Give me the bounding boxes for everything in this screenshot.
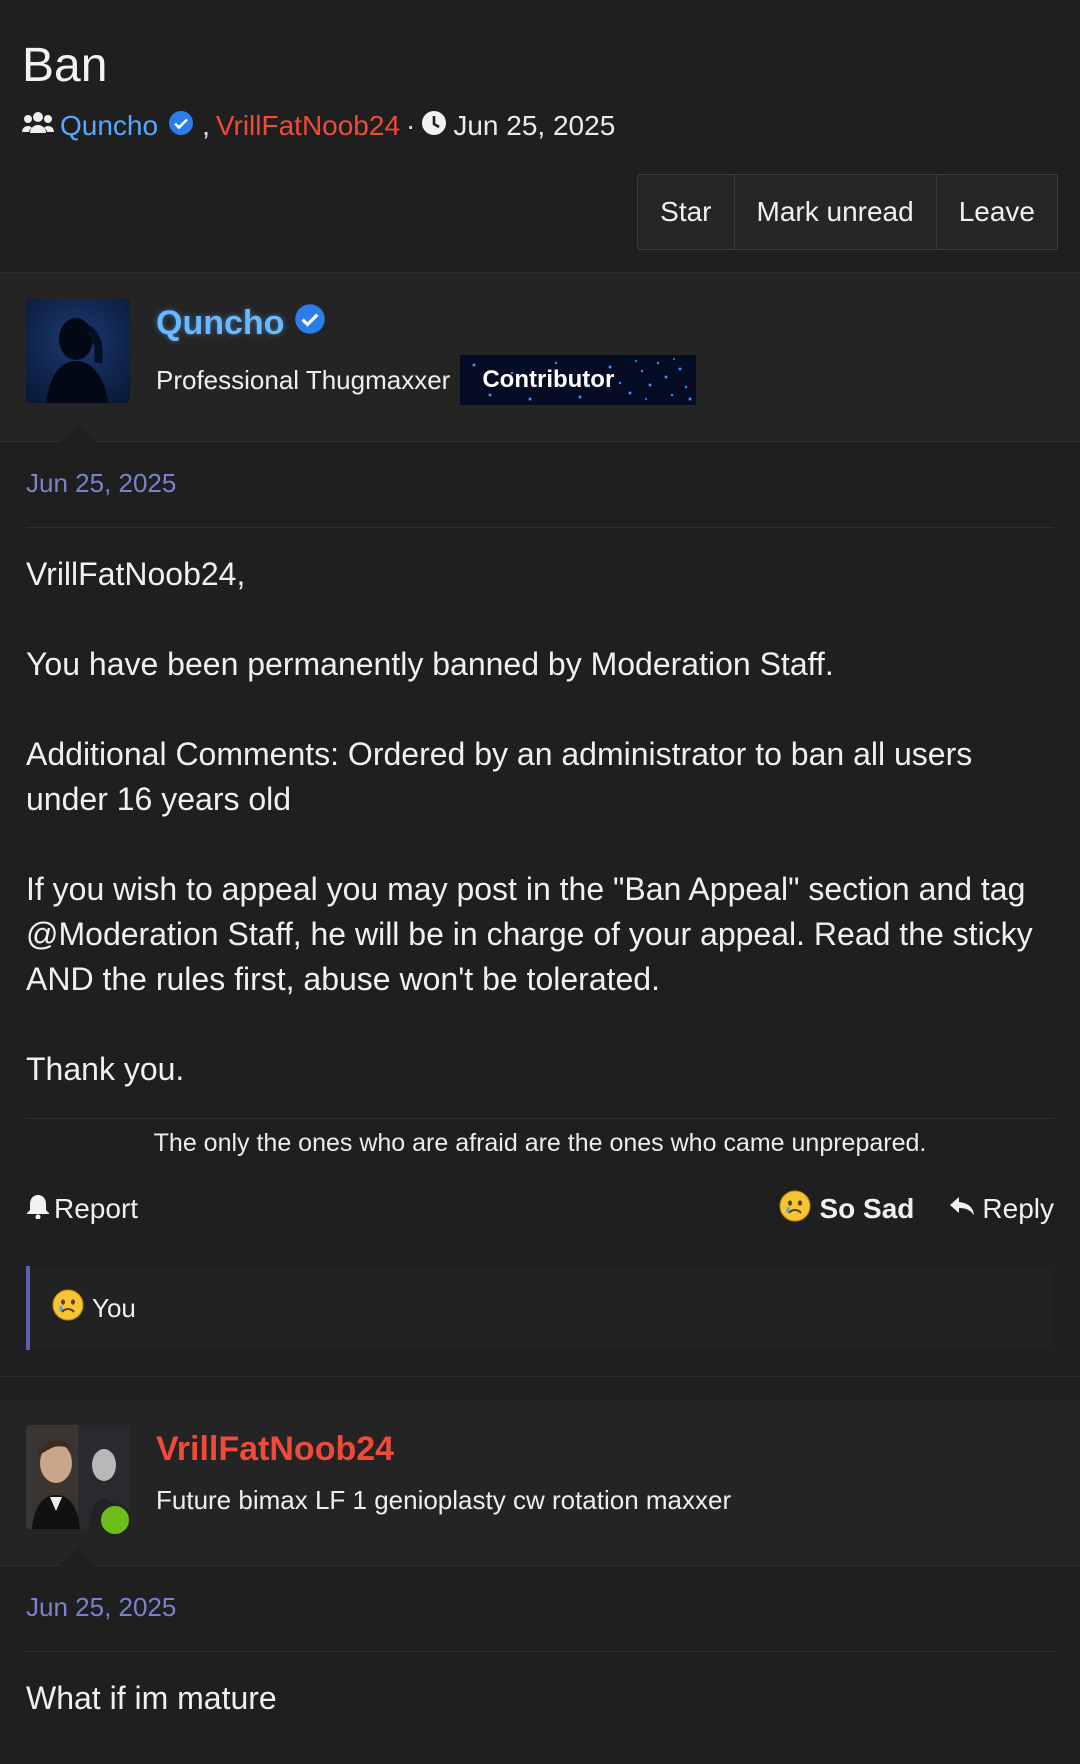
report-button[interactable]: Report [26,1193,138,1226]
message-content: VrillFatNoob24, You have been permanentl… [26,528,1054,1092]
mark-unread-button[interactable]: Mark unread [735,175,937,249]
verified-check-icon [168,110,194,143]
clock-icon [421,110,447,143]
username[interactable]: VrillFatNoob24 [156,1427,731,1471]
participant-separator: , [202,110,210,141]
avatar[interactable] [26,1425,132,1537]
reacted-by[interactable]: You [92,1293,136,1324]
message-footer: Report So Sad Reply [26,1172,1054,1246]
username-text[interactable]: VrillFatNoob24 [156,1430,394,1469]
post-date[interactable]: Jun 25, 2025 [26,442,1054,528]
username-text[interactable]: Quncho [156,304,284,343]
user-title-text: Professional Thugmaxxer [156,364,451,395]
message-paragraph: What if im mature [26,1680,277,1716]
user-title: Future bimax LF 1 genioplasty cw rotatio… [156,1475,731,1525]
reactions-bar[interactable]: You [26,1266,1054,1350]
message-paragraph: Thank you. [26,1051,185,1087]
thread-header: Ban Quncho , VrillFatNoob24 · Jun 25, 20… [0,0,1080,146]
reaction-label[interactable]: So Sad [819,1193,914,1225]
reply-label[interactable]: Reply [982,1193,1054,1225]
avatar[interactable] [26,299,130,403]
action-button-group: Star Mark unread Leave [637,174,1058,250]
username[interactable]: Quncho [156,301,696,345]
star-button[interactable]: Star [638,175,735,249]
report-label[interactable]: Report [54,1193,138,1225]
message-user-header: Quncho Professional Thugmaxxer Contribut… [0,273,1080,442]
bell-icon [26,1193,50,1226]
message-paragraph: If you wish to appeal you may post in th… [26,871,1033,997]
signature: The only the ones who are afraid are the… [26,1118,1054,1172]
reaction-button[interactable]: So Sad [779,1190,914,1229]
reply-button[interactable]: Reply [948,1193,1054,1225]
user-title-text: Future bimax LF 1 genioplasty cw rotatio… [156,1484,732,1515]
sad-face-emoji-icon [779,1190,811,1229]
contributor-badge: Contributor [460,355,697,405]
message-footer-actions: So Sad Reply [745,1190,1054,1229]
leave-button[interactable]: Leave [937,175,1057,249]
thread-actions: Star Mark unread Leave [0,174,1080,250]
message-user-header: VrillFatNoob24 Future bimax LF 1 geniopl… [0,1399,1080,1566]
page-title: Ban [22,39,108,92]
participant-link-quncho[interactable]: Quncho [60,110,158,142]
message-paragraph: Additional Comments: Ordered by an admin… [26,736,973,817]
message-body: Jun 25, 2025 VrillFatNoob24, You have be… [0,442,1080,1350]
post-date[interactable]: Jun 25, 2025 [26,1566,1054,1652]
online-status-dot [98,1503,132,1537]
thread-meta: Quncho , VrillFatNoob24 · Jun 25, 2025 [22,106,1058,146]
divider [0,1376,1080,1377]
message-2: VrillFatNoob24 Future bimax LF 1 geniopl… [0,1399,1080,1721]
message-body: Jun 25, 2025 What if im mature [0,1566,1080,1721]
sad-face-emoji-icon [52,1289,84,1328]
message-1: Quncho Professional Thugmaxxer Contribut… [0,273,1080,1350]
meta-separator: · [406,110,416,141]
user-block: VrillFatNoob24 Future bimax LF 1 geniopl… [156,1425,731,1529]
verified-check-icon [294,303,326,344]
thread-date: Jun 25, 2025 [453,110,616,141]
message-paragraph: VrillFatNoob24, [26,556,246,592]
reply-arrow-icon [948,1193,976,1225]
message-content: What if im mature [26,1652,1054,1721]
badge-text: Contributor [482,366,615,393]
user-block: Quncho Professional Thugmaxxer Contribut… [156,299,697,405]
users-icon [22,110,54,142]
message-paragraph: You have been permanently banned by Mode… [26,646,834,682]
participant-link-vrillfatnoob24[interactable]: VrillFatNoob24 [216,110,400,142]
user-title: Professional Thugmaxxer Contributor [156,355,697,405]
